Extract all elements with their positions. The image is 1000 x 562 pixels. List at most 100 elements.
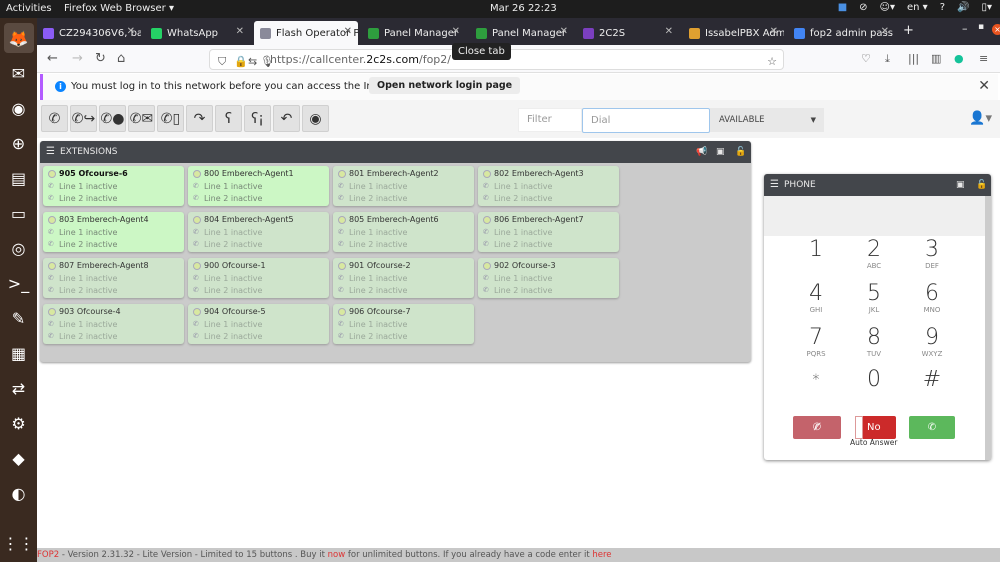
remmina-icon[interactable]: ◐	[4, 478, 34, 508]
close-tab-icon[interactable]: ✕	[344, 26, 352, 37]
menu-icon[interactable]: ☰	[770, 174, 779, 196]
thunderbird-icon[interactable]: ✉	[4, 58, 34, 88]
browser-tab[interactable]: Panel Manager ✕	[470, 21, 574, 45]
extension-card[interactable]: 804 Emberech-Agent5 ✆ Line 1 inactive ✆ Line…	[188, 212, 329, 252]
keypad-key[interactable]: 4 GHI	[796, 282, 836, 315]
extension-card[interactable]: 803 Emberech-Agent4 ✆ Line 1 inactive ✆ Line…	[43, 212, 184, 252]
reload-button[interactable]: ↻	[95, 51, 106, 66]
extension-card[interactable]: 904 Ofcourse-5 ✆ Line 1 inactive ✆ Line 2 in…	[188, 304, 329, 344]
browser-tab[interactable]: WhatsApp ✕	[145, 21, 250, 45]
open-network-login-button[interactable]: Open network login page	[369, 77, 521, 94]
terminal-icon[interactable]: >_	[4, 268, 34, 298]
battery-icon[interactable]: ▯▾	[981, 2, 992, 13]
extension-card[interactable]: 900 Ofcourse-1 ✆ Line 1 inactive ✆ Line 2 in…	[188, 258, 329, 298]
email-button[interactable]: ✆✉	[128, 105, 155, 132]
menu-icon[interactable]: ☰	[46, 141, 55, 163]
minimize-button[interactable]: –	[962, 22, 968, 35]
extension-card[interactable]: 806 Emberech-Agent7 ✆ Line 1 inactive ✆ Line…	[478, 212, 619, 252]
record-button[interactable]: ◉	[302, 105, 329, 132]
accessibility-icon[interactable]: ☺▾	[880, 2, 895, 13]
library-icon[interactable]: |||	[908, 52, 919, 65]
scrollbar[interactable]	[985, 196, 991, 460]
dnd-icon[interactable]: ⊘	[859, 2, 867, 13]
status-select[interactable]: AVAILABLE ▼	[710, 108, 824, 132]
extension-card[interactable]: 802 Emberech-Agent3 ✆ Line 1 inactive ✆ Line…	[478, 166, 619, 206]
maximize-panel-icon[interactable]: ▣	[956, 174, 965, 196]
rhythmbox-icon[interactable]: ◉	[4, 93, 34, 123]
grammarly-icon[interactable]: ●	[954, 52, 964, 65]
archive-icon[interactable]: ▦	[4, 338, 34, 368]
sms-button[interactable]: ✆▯	[157, 105, 184, 132]
lock-icon[interactable]: 🔒	[234, 52, 248, 71]
whisper-button[interactable]: ʕ¡	[244, 105, 271, 132]
settings-icon[interactable]: ⚙	[4, 408, 34, 438]
pocket-icon[interactable]: ♡	[861, 52, 871, 65]
close-tab-icon[interactable]: ✕	[560, 26, 568, 37]
keypad-key[interactable]: 6 MNO	[912, 282, 952, 315]
keypad-key[interactable]: 8 TUV	[854, 326, 894, 359]
pickup-button[interactable]: ↶	[273, 105, 300, 132]
home-button[interactable]: ⌂	[117, 51, 125, 66]
teamviewer-icon[interactable]: ⇄	[4, 373, 34, 403]
extension-card[interactable]: 901 Ofcourse-2 ✆ Line 1 inactive ✆ Line 2 in…	[333, 258, 474, 298]
keypad-key[interactable]: 3 DEF	[912, 238, 952, 271]
firefox-icon[interactable]: 🦊	[3, 23, 34, 53]
user-menu-icon[interactable]: 👤▾	[969, 111, 992, 126]
hangup-button[interactable]: ✆̸	[793, 416, 841, 439]
close-tab-icon[interactable]: ✕	[452, 26, 460, 37]
enter-code-link[interactable]: here	[592, 550, 611, 560]
language-selector[interactable]: en ▾	[907, 2, 928, 13]
keypad-key[interactable]: #	[912, 368, 952, 392]
voicemail-transfer-button[interactable]: ✆●	[99, 105, 126, 132]
extension-card[interactable]: 807 Emberech-Agent8 ✆ Line 1 inactive ✆ Line…	[43, 258, 184, 298]
network-icon[interactable]: ?	[940, 2, 945, 13]
microphone-icon[interactable]: 🎙	[260, 52, 274, 71]
close-tab-icon[interactable]: ✕	[881, 26, 889, 37]
unlock-icon[interactable]: 🔓	[976, 174, 987, 196]
files-icon[interactable]: ▭	[4, 198, 34, 228]
help-icon[interactable]: ⊕	[4, 128, 34, 158]
keypad-key[interactable]: 0	[854, 368, 894, 392]
call-button[interactable]: ✆	[909, 416, 955, 439]
browser-tab[interactable]: CZ294306V6, ba ✕	[37, 21, 141, 45]
show-apps-icon[interactable]: ⋮⋮	[3, 528, 35, 558]
unlock-icon[interactable]: 🔓	[735, 141, 746, 163]
transfer-button[interactable]: ✆↪	[70, 105, 97, 132]
extension-card[interactable]: 805 Emberech-Agent6 ✆ Line 1 inactive ✆ Line…	[333, 212, 474, 252]
new-tab-button[interactable]: +	[903, 23, 914, 38]
browser-tab[interactable]: Flash Operator P ✕	[254, 21, 358, 45]
buy-now-link[interactable]: now	[328, 550, 346, 560]
bookmark-star-icon[interactable]: ☆	[767, 52, 777, 71]
extension-card[interactable]: 800 Emberech-Agent1 ✆ Line 1 inactive ✆ Line…	[188, 166, 329, 206]
dial-input[interactable]: Dial	[582, 108, 710, 133]
close-tab-icon[interactable]: ✕	[127, 26, 135, 37]
teamviewer-tray-icon[interactable]: ■	[838, 2, 847, 13]
browser-tab[interactable]: fop2 admin pass ✕	[788, 21, 895, 45]
keypad-key[interactable]: 7 PQRS	[796, 326, 836, 359]
filter-input[interactable]: Filter	[518, 108, 582, 132]
browser-tab[interactable]: IssabelPBX Adm ✕	[683, 21, 784, 45]
clock[interactable]: Mar 26 22:23	[490, 3, 557, 14]
megaphone-icon[interactable]: 📢	[696, 141, 707, 163]
hamburger-menu-icon[interactable]: ≡	[979, 52, 988, 65]
extension-card[interactable]: 903 Ofcourse-4 ✆ Line 1 inactive ✆ Line 2 in…	[43, 304, 184, 344]
forward-button[interactable]: →	[72, 51, 83, 66]
sidebar-icon[interactable]: ▥	[931, 52, 941, 65]
anydesk-icon[interactable]: ◆	[4, 443, 34, 473]
hangup-button[interactable]: ↷	[186, 105, 213, 132]
extension-card[interactable]: 906 Ofcourse-7 ✆ Line 1 inactive ✆ Line 2 in…	[333, 304, 474, 344]
chrome-icon[interactable]: ◎	[4, 233, 34, 263]
volume-icon[interactable]: 🔊	[957, 2, 969, 13]
close-tab-icon[interactable]: ✕	[770, 26, 778, 37]
close-window-button[interactable]: ×	[992, 24, 1000, 35]
keypad-key[interactable]: 5 JKL	[854, 282, 894, 315]
keypad-key[interactable]: *	[796, 368, 836, 392]
maximize-panel-icon[interactable]: ▣	[716, 141, 725, 163]
permissions-icon[interactable]: ⇆	[248, 52, 257, 71]
maximize-button[interactable]: ▪	[978, 22, 984, 32]
activities-button[interactable]: Activities	[6, 3, 52, 14]
extension-card[interactable]: 902 Ofcourse-3 ✆ Line 1 inactive ✆ Line 2 in…	[478, 258, 619, 298]
keypad-key[interactable]: 1	[796, 238, 836, 262]
back-button[interactable]: ←	[47, 51, 58, 66]
extension-card[interactable]: 801 Emberech-Agent2 ✆ Line 1 inactive ✆ Line…	[333, 166, 474, 206]
